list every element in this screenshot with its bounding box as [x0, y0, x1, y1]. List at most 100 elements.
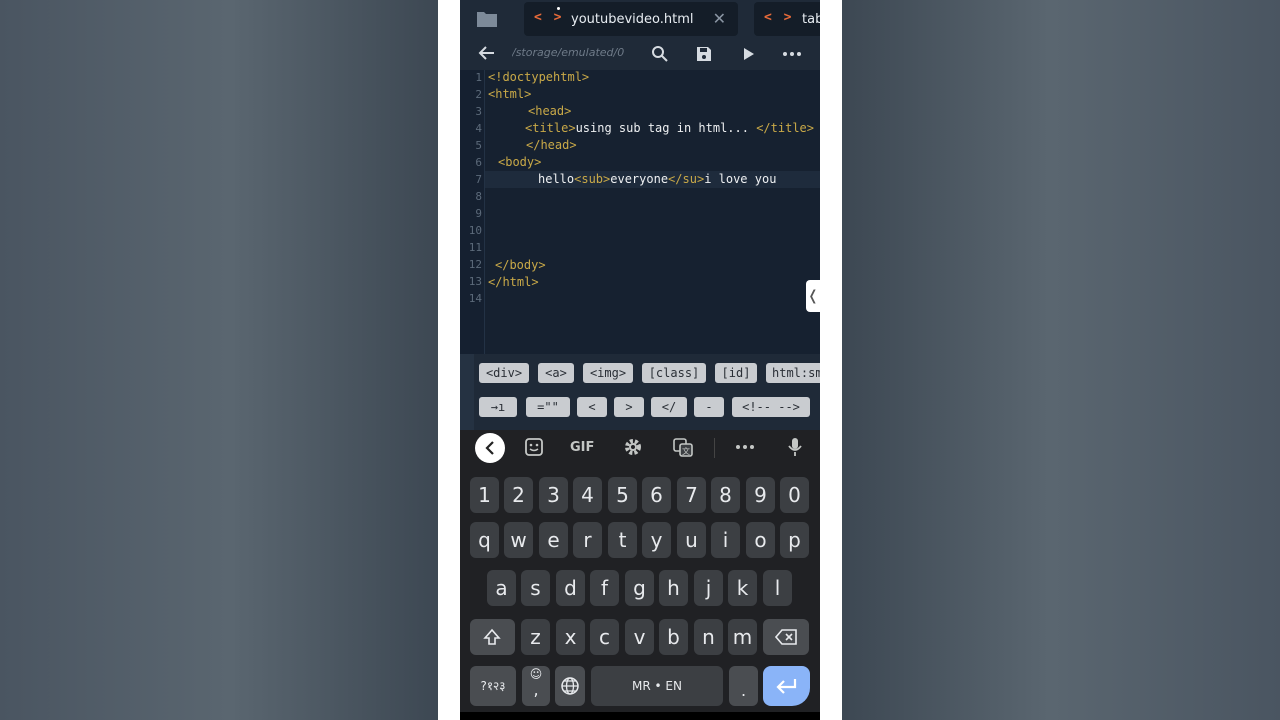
code-editor[interactable]: 1 2 3 4 5 6 7 8 9 10 11 12 13 14 <!docty…	[460, 70, 820, 354]
editor-toolbar: /storage/emulated/0	[460, 38, 820, 70]
key-n[interactable]: n	[694, 619, 723, 655]
key-i[interactable]: i	[711, 522, 740, 558]
snippet-id-button[interactable]: [id]	[715, 363, 757, 383]
close-icon[interactable]: ✕	[713, 9, 726, 28]
key-a[interactable]: a	[487, 570, 516, 606]
language-key[interactable]	[555, 666, 585, 706]
key-z[interactable]: z	[521, 619, 550, 655]
tab-bar: < > youtubevideo.html ✕ < > tab	[460, 0, 820, 38]
microphone-icon[interactable]	[787, 436, 803, 458]
snippet-comment-button[interactable]: <!-- -->	[732, 397, 810, 417]
chevron-left-icon	[485, 441, 494, 455]
key-c[interactable]: c	[590, 619, 619, 655]
snippet-close-tag-button[interactable]: </	[651, 397, 687, 417]
snippet-div-button[interactable]: <div>	[479, 363, 529, 383]
folder-icon[interactable]	[476, 9, 498, 29]
key-s[interactable]: s	[521, 570, 550, 606]
snippet-img-button[interactable]: <img>	[583, 363, 633, 383]
snippet-attr-quotes-button[interactable]: =""	[526, 397, 570, 417]
enter-arrow-icon	[776, 679, 797, 694]
search-icon[interactable]	[651, 45, 669, 63]
key-1[interactable]: 1	[470, 477, 499, 513]
key-2[interactable]: 2	[504, 477, 533, 513]
key-h[interactable]: h	[659, 570, 688, 606]
symbols-key[interactable]: ?१२३	[470, 666, 516, 706]
key-q[interactable]: q	[470, 522, 499, 558]
key-w[interactable]: w	[504, 522, 533, 558]
tab-youtubevideo[interactable]: < > youtubevideo.html ✕	[524, 2, 738, 36]
more-options-icon[interactable]	[782, 45, 802, 63]
more-dots-icon[interactable]	[735, 436, 755, 458]
snippet-dash-button[interactable]: -	[694, 397, 724, 417]
backspace-key[interactable]	[763, 619, 809, 655]
key-j[interactable]: j	[694, 570, 723, 606]
save-icon[interactable]	[695, 45, 713, 63]
key-3[interactable]: 3	[539, 477, 568, 513]
key-8[interactable]: 8	[711, 477, 740, 513]
shift-key[interactable]	[470, 619, 515, 655]
key-d[interactable]: d	[556, 570, 585, 606]
key-6[interactable]: 6	[642, 477, 671, 513]
tab-label: tab	[802, 12, 820, 27]
key-0[interactable]: 0	[780, 477, 809, 513]
back-arrow-icon[interactable]	[478, 44, 496, 62]
settings-gear-icon[interactable]	[623, 436, 643, 458]
emoji-comma-key[interactable]: ☺ ,	[522, 666, 550, 706]
text-token: everyone	[610, 172, 669, 186]
enter-key[interactable]	[763, 666, 810, 706]
key-f[interactable]: f	[590, 570, 619, 606]
line-number: 2	[475, 88, 482, 101]
sticker-icon[interactable]	[525, 436, 543, 458]
line-number: 8	[475, 190, 482, 203]
key-y[interactable]: y	[642, 522, 671, 558]
snippet-a-button[interactable]: <a>	[538, 363, 574, 383]
modified-dot-icon	[557, 7, 560, 10]
tag-token: </body>	[495, 258, 546, 272]
key-k[interactable]: k	[728, 570, 757, 606]
keyboard-collapse-button[interactable]	[475, 433, 505, 463]
code-line-7: hello<sub>everyone</su>i love you	[538, 172, 776, 189]
key-r[interactable]: r	[573, 522, 602, 558]
key-o[interactable]: o	[746, 522, 775, 558]
code-icon: < >	[764, 10, 794, 25]
key-t[interactable]: t	[608, 522, 637, 558]
snippet-gt-button[interactable]: >	[614, 397, 644, 417]
toolbar-divider	[714, 438, 715, 458]
key-l[interactable]: l	[763, 570, 792, 606]
snippet-html-sm-button[interactable]: html:sm	[766, 363, 820, 383]
line-number: 1	[475, 71, 482, 84]
key-u[interactable]: u	[677, 522, 706, 558]
key-m[interactable]: m	[728, 619, 757, 655]
svg-text:文: 文	[682, 446, 690, 456]
key-g[interactable]: g	[625, 570, 654, 606]
key-x[interactable]: x	[556, 619, 585, 655]
spacebar[interactable]: MR • EN	[591, 666, 723, 706]
key-7[interactable]: 7	[677, 477, 706, 513]
key-p[interactable]: p	[780, 522, 809, 558]
snippet-lt-button[interactable]: <	[577, 397, 607, 417]
code-line-12: </body>	[495, 258, 546, 275]
system-nav-bar	[460, 712, 820, 720]
snippet-tab-button[interactable]: →ı	[479, 397, 517, 417]
key-v[interactable]: v	[625, 619, 654, 655]
translate-icon[interactable]: 文	[673, 436, 693, 458]
side-panel-handle-icon[interactable]: ❬	[806, 280, 820, 312]
tag-token: </head>	[526, 138, 577, 152]
key-e[interactable]: e	[539, 522, 568, 558]
key-b[interactable]: b	[659, 619, 688, 655]
key-9[interactable]: 9	[746, 477, 775, 513]
line-number: 5	[475, 139, 482, 152]
phone-screen: < > youtubevideo.html ✕ < > tab /storage…	[460, 0, 820, 720]
code-icon: < >	[534, 10, 564, 25]
gif-button[interactable]: GIF	[570, 440, 594, 455]
run-play-icon[interactable]	[741, 45, 757, 63]
snippet-toolbar: <div> <a> <img> [class] [id] html:sm →ı …	[460, 354, 820, 430]
tag-token: <!doctypehtml>	[488, 70, 590, 84]
key-5[interactable]: 5	[608, 477, 637, 513]
file-path: /storage/emulated/0	[512, 46, 625, 59]
key-4[interactable]: 4	[573, 477, 602, 513]
tab-second[interactable]: < > tab	[754, 2, 820, 36]
code-line-6: <body>	[498, 155, 541, 172]
snippet-class-button[interactable]: [class]	[642, 363, 706, 383]
period-key[interactable]: .	[729, 666, 758, 706]
